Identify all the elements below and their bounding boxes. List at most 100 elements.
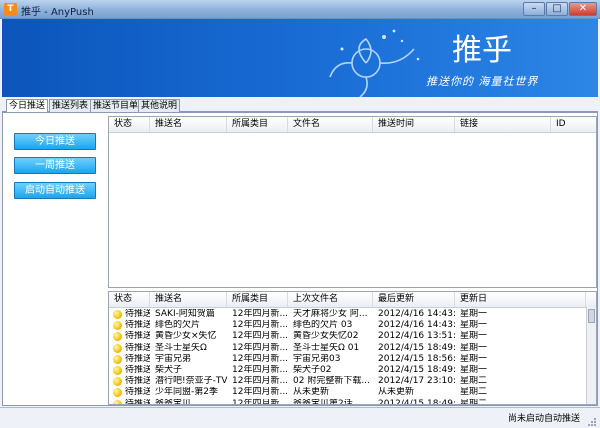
table-row[interactable]: 待推送柴犬子 12年四月新... 柴犬子02 2012/4/15 18:49:57 星期… (109, 365, 587, 376)
column-header[interactable]: 文件名 (288, 117, 373, 132)
table-cell: 星期一 (460, 320, 488, 331)
week-push-button[interactable]: 一周推送 (14, 157, 96, 174)
table-cell: 待推送 (125, 387, 150, 398)
table-cell: 星期一 (460, 365, 488, 375)
table-row[interactable]: 待推送 潜行吧!奈亚子-TV 12年四月新... 02 附完整新下载... 2012/4… (109, 376, 587, 387)
table-cell: 12年四月新... (232, 398, 288, 405)
table-cell: 从未更新 (378, 387, 415, 398)
table-cell: 宇宙兄弟03 (293, 353, 341, 364)
status-bar: 尚未启动自动推送 (0, 407, 600, 428)
status-bulb-icon (113, 310, 122, 319)
table-cell: 2012/4/15 18:56:56 (378, 353, 455, 364)
table-cell: 待推送 (125, 309, 150, 319)
table-row[interactable]: 待推送 圣斗士星矢Ω 12年四月新... 圣斗士星矢Ω 01 2012/4/15 18:… (109, 343, 587, 354)
table-cell: 柴犬子 (155, 365, 183, 375)
column-header[interactable]: 更新日 (455, 292, 586, 307)
table-row[interactable]: 待推送 SAKI-阿知贺篇 12年四月新... 天才麻将少女 阿... 2012/4/1… (109, 309, 587, 320)
resize-grip-icon[interactable] (587, 417, 597, 427)
column-header[interactable]: 状态 (109, 292, 150, 307)
tab-schedule[interactable]: 推送节目单 (90, 99, 142, 112)
column-header[interactable]: 所属类目 (227, 292, 288, 307)
start-auto-push-button[interactable]: 启动自动推送 (14, 182, 96, 199)
table-cell: 星期一 (460, 331, 488, 342)
status-bulb-icon (113, 321, 122, 331)
status-bulb-icon (113, 354, 122, 364)
table-cell: 星期二 (460, 376, 488, 387)
table-cell: 黄昏少女失忆02 (293, 331, 359, 342)
table-cell: 绯色的欠片 03 (293, 320, 353, 331)
table-cell: 12年四月新... (232, 320, 288, 331)
column-header[interactable]: 推送时间 (373, 117, 455, 132)
brand-slogan: 推送你的 海量社世界 (426, 75, 539, 88)
table-cell: 2012/4/17 23:10:43 (378, 376, 455, 387)
push-schedule-table[interactable]: 状态 推送名 所属类目 上次文件名 最后更新 更新日 待推送 SAKI-阿知贺篇 1… (108, 291, 597, 405)
table-cell: 绯色的欠片 (155, 320, 201, 331)
table-cell: 星期二 (460, 387, 488, 398)
table-cell: 圣斗士星矢Ω (155, 342, 207, 353)
table-row[interactable]: 待推送爸爸宝贝 12年四月新... 爸爸宝贝第2话 2012/4/15 18:49:5… (109, 398, 587, 405)
table-header: 状态 推送名 所属类目 文件名 推送时间 链接 ID (109, 117, 596, 133)
table-cell: SAKI-阿知贺篇 (155, 309, 215, 319)
column-header[interactable]: 链接 (455, 117, 551, 132)
today-push-button[interactable]: 今日推送 (14, 133, 96, 150)
table-cell: 爸爸宝贝 (155, 398, 192, 405)
column-header[interactable]: 上次文件名 (288, 292, 373, 307)
table-cell: 圣斗士星矢Ω 01 (293, 342, 360, 353)
column-header[interactable]: 最后更新 (373, 292, 455, 307)
status-bulb-icon (113, 388, 122, 398)
status-text: 尚未启动自动推送 (507, 414, 580, 424)
table-cell: 12年四月新... (232, 331, 288, 342)
table-cell: 待推送 (125, 365, 150, 375)
table-cell: 2012/4/15 18:49:55 (378, 342, 455, 353)
brand-logo-text: 推乎 (452, 33, 512, 68)
table-cell: 待推送 (125, 331, 150, 342)
table-cell: 2012/4/15 18:49:55 (378, 398, 455, 405)
tab-push-list[interactable]: 推送列表 (49, 99, 92, 112)
maximize-button[interactable]: □ (546, 2, 568, 16)
column-header[interactable]: 状态 (109, 117, 150, 132)
column-header[interactable]: 所属类目 (227, 117, 288, 132)
status-bulb-icon (113, 377, 122, 387)
tab-other-info[interactable]: 其他说明 (138, 99, 181, 112)
table-cell: 黄昏少女×失忆 (155, 331, 217, 342)
status-bulb-icon (113, 343, 122, 353)
table-cell: 星期一 (460, 309, 488, 319)
column-header[interactable]: 推送名 (150, 117, 227, 132)
table-row[interactable]: 待推送 绯色的欠片 12年四月新... 绯色的欠片 03 2012/4/16 14:43… (109, 320, 587, 331)
table-row[interactable]: 待推送 黄昏少女×失忆 12年四月新... 黄昏少女失忆02 2012/4/16 13:… (109, 331, 587, 342)
table-cell: 宇宙兄弟 (155, 353, 192, 364)
window-title: 推乎 - AnyPush (21, 7, 94, 18)
table-cell: 12年四月新... (232, 353, 288, 364)
scrollbar-thumb[interactable] (588, 309, 595, 323)
title-bar: T 推乎 - AnyPush – □ ✕ (0, 0, 600, 19)
banner: 推乎 推送你的 海量社世界 (2, 19, 598, 97)
table-cell: 少年同盟-第2季 (155, 387, 218, 398)
table-header: 状态 推送名 所属类目 上次文件名 最后更新 更新日 (109, 292, 596, 308)
column-header[interactable]: ID (551, 117, 596, 132)
table-cell: 12年四月新... (232, 309, 288, 319)
table-row[interactable]: 待推送 少年同盟-第2季 12年四月新... 从未更新 从未更新 星期二 (109, 387, 587, 398)
table-cell: 星期一 (460, 353, 488, 364)
vertical-scrollbar[interactable] (586, 307, 596, 404)
table-cell: 2012/4/16 14:43:18 (378, 309, 455, 319)
table-row[interactable]: 待推送宇宙兄弟 12年四月新... 宇宙兄弟03 2012/4/15 18:56:56… (109, 354, 587, 365)
table-cell: 待推送 (125, 353, 150, 364)
tab-today[interactable]: 今日推送 (6, 99, 49, 113)
close-button[interactable]: ✕ (569, 2, 597, 16)
table-cell: 柴犬子02 (293, 365, 332, 375)
app-icon: T (4, 3, 17, 16)
table-cell: 2012/4/16 13:51:58 (378, 331, 455, 342)
status-bulb-icon (113, 366, 122, 375)
today-push-table[interactable]: 状态 推送名 所属类目 文件名 推送时间 链接 ID (108, 116, 597, 288)
minimize-button[interactable]: – (523, 2, 545, 16)
table-cell: 02 附完整新下载... (293, 376, 370, 387)
column-header[interactable]: 推送名 (150, 292, 227, 307)
table-cell: 待推送 (125, 376, 150, 387)
table-cell: 天才麻将少女 阿... (293, 309, 368, 319)
table-cell: 2012/4/16 14:43:18 (378, 320, 455, 331)
table-cell: 2012/4/15 18:49:57 (378, 365, 455, 375)
table-cell: 12年四月新... (232, 387, 288, 398)
status-bulb-icon (113, 399, 122, 404)
table-cell: 12年四月新... (232, 376, 288, 387)
table-cell: 待推送 (125, 398, 150, 405)
